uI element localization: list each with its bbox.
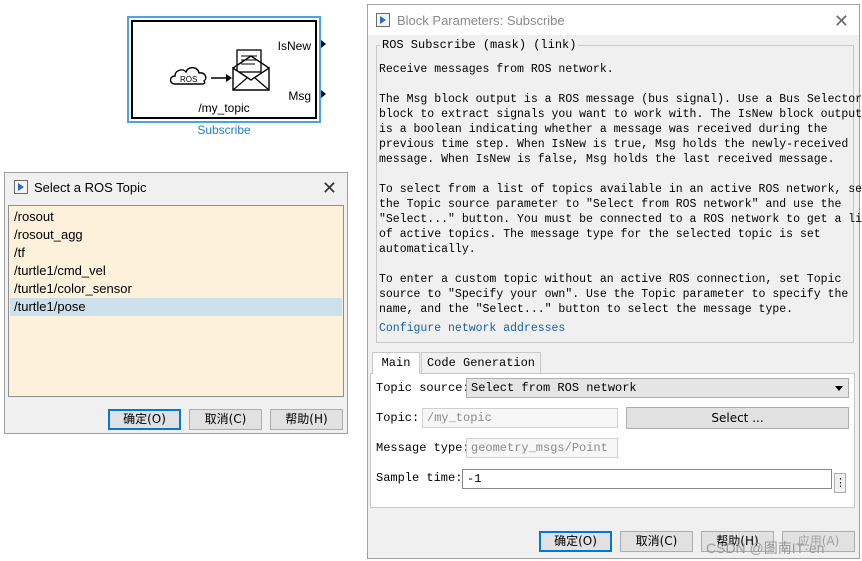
port-isnew-label: IsNew [277,39,311,53]
params-titlebar[interactable]: Block Parameters: Subscribe ✕ [368,5,859,35]
close-icon[interactable]: ✕ [834,12,849,30]
topic-field[interactable]: /my_topic [422,408,618,428]
ros-cloud-icon: ROS [169,66,207,85]
topic-item[interactable]: /rosout_agg [10,226,342,244]
block-topic-label: /my_topic [198,101,250,115]
port-isnew-arrow[interactable] [321,40,326,48]
topic-item-selected[interactable]: /turtle1/pose [10,298,342,316]
select-topic-button[interactable]: Select ... [626,407,849,429]
description-paragraph: To enter a custom topic without an activ… [379,273,849,316]
description-paragraph: To select from a list of topics availabl… [379,183,862,256]
port-msg-arrow[interactable] [321,90,326,98]
sample-time-label: Sample time: [376,471,463,485]
topic-item[interactable]: /turtle1/cmd_vel [10,262,342,280]
simulink-app-icon [14,180,28,194]
topic-label: Topic: [376,411,420,425]
subscribe-block[interactable]: ROS IsNew Msg /my_topic [127,16,326,123]
watermark-text: CSDN @图南IT·en [706,540,825,556]
topic-source-dropdown[interactable]: Select from ROS network [466,378,849,398]
cancel-button[interactable]: 取消(C) [620,531,693,552]
topic-source-value: Select from ROS network [471,381,637,395]
close-icon[interactable]: ✕ [322,179,337,197]
topic-item[interactable]: /turtle1/color_sensor [10,280,342,298]
chevron-down-icon [835,386,843,391]
description-paragraph: The Msg block output is a ROS message (b… [379,93,862,166]
more-options-icon[interactable]: ⋮ [834,473,846,493]
cancel-button[interactable]: 取消(C) [189,409,262,430]
envelope-icon [232,49,270,91]
topic-item[interactable]: /tf [10,244,342,262]
subscribe-block-body: ROS IsNew Msg /my_topic [131,20,317,119]
block-parameters-dialog: Block Parameters: Subscribe ✕ ROS Subscr… [367,4,862,559]
sample-time-field[interactable]: -1 [462,469,832,489]
ok-button[interactable]: 确定(O) [539,531,612,552]
block-name-label[interactable]: Subscribe [127,123,321,137]
topic-list[interactable]: /rosout /rosout_agg /tf /turtle1/cmd_vel… [8,205,344,397]
mask-legend: ROS Subscribe (mask) (link) [380,38,579,52]
configure-network-link[interactable]: Configure network addresses [379,322,565,335]
topic-dialog-title: Select a ROS Topic [34,180,147,195]
simulink-app-icon [376,13,390,27]
params-title: Block Parameters: Subscribe [397,13,565,28]
help-button[interactable]: 帮助(H) [270,409,343,430]
topic-dialog-titlebar[interactable]: Select a ROS Topic ✕ [5,173,347,203]
ok-button[interactable]: 确定(O) [108,409,181,430]
ros-cloud-label: ROS [180,75,197,84]
message-type-label: Message type: [376,441,470,455]
message-type-field[interactable]: geometry_msgs/Point [466,438,618,458]
select-topic-dialog: Select a ROS Topic ✕ /rosout /rosout_agg… [4,172,348,434]
tab-main[interactable]: Main [372,352,420,374]
description-paragraph: Receive messages from ROS network. [379,63,614,76]
topic-item[interactable]: /rosout [10,208,342,226]
tab-code-generation[interactable]: Code Generation [421,352,541,373]
arrow-right-icon [211,74,232,82]
topic-source-label: Topic source: [376,381,470,395]
